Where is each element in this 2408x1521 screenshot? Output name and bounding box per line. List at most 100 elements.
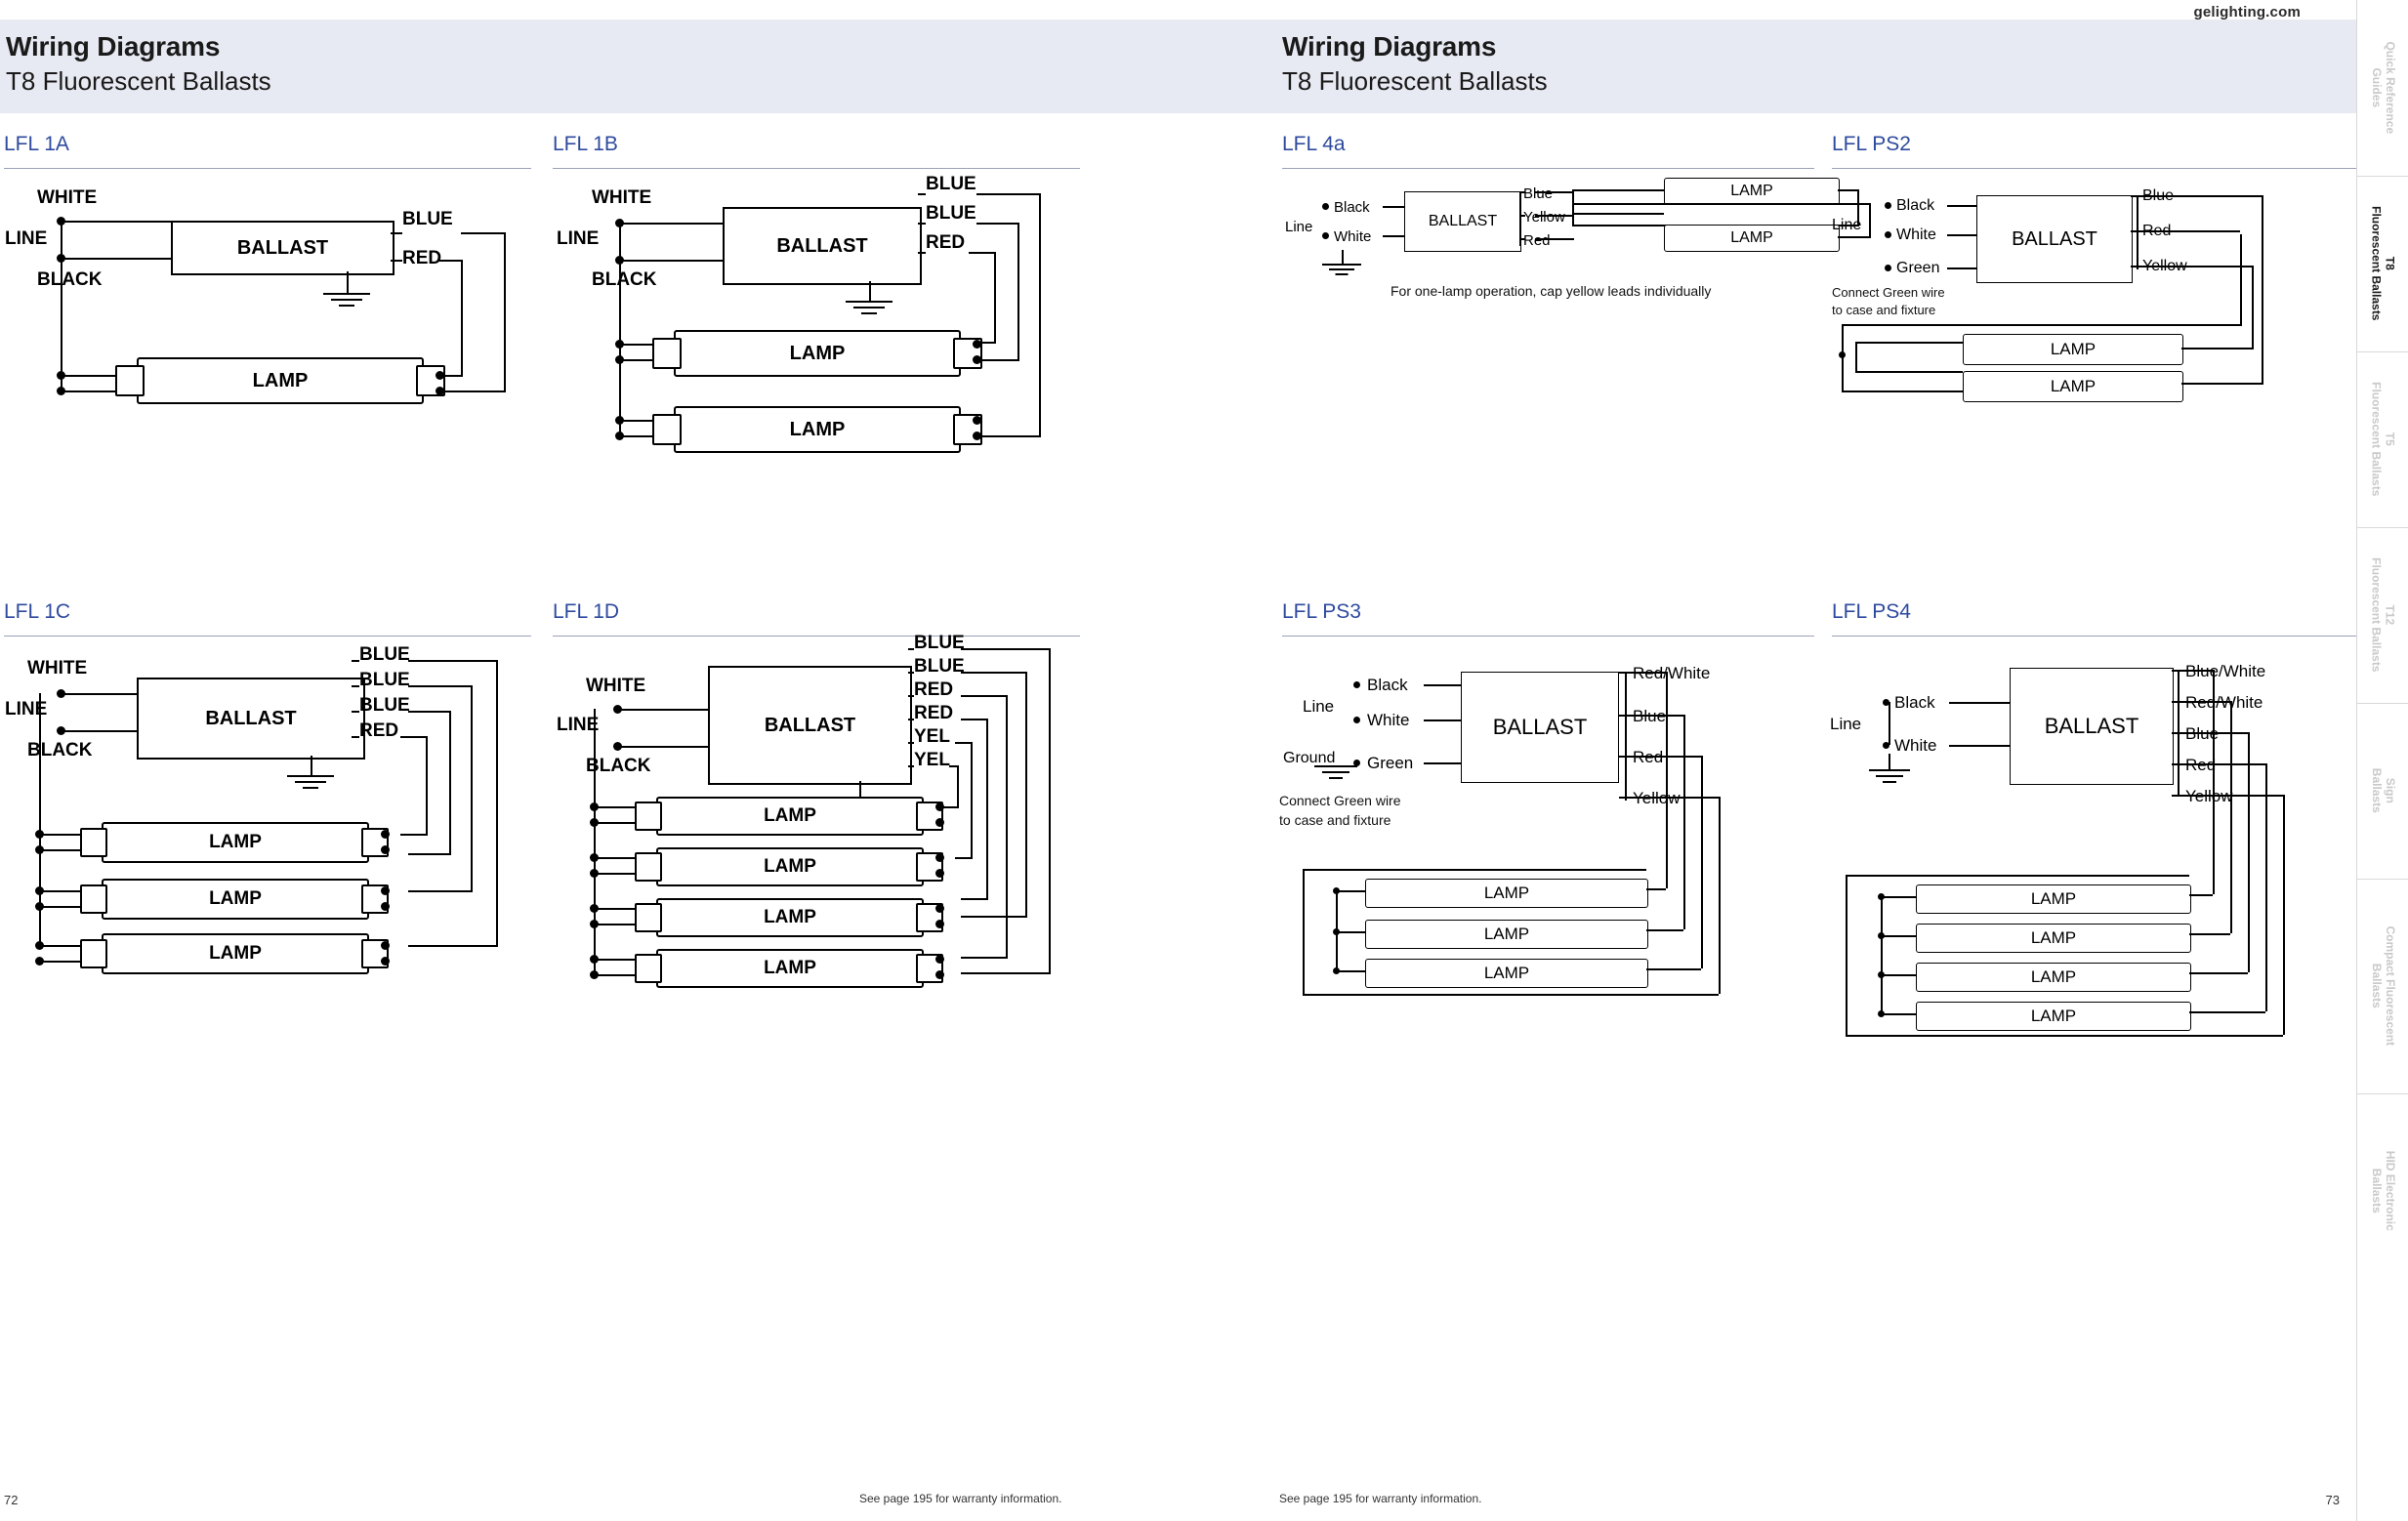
rail-tab-line1: HID Electronic <box>2383 1150 2397 1232</box>
section-rule-lfl-ps3 <box>1282 636 1814 637</box>
rail-tab-hid-electronic-ballasts[interactable]: HID Electronic Ballasts <box>2357 1093 2408 1289</box>
section-label-lfl-ps3: LFL PS3 <box>1282 600 1361 623</box>
rail-tab-line1: T5 <box>2383 432 2397 446</box>
left-footer-note: See page 195 for warranty information. <box>859 1492 1062 1505</box>
ballast-box: BALLAST <box>137 678 365 760</box>
rail-tab-line2: Fluorescent Ballasts <box>2370 382 2384 497</box>
lamp-tube: LAMP <box>1916 924 2191 953</box>
catalog-page-spread: gelighting.com Wiring Diagrams T8 Fluore… <box>0 0 2408 1521</box>
label-blue: Blue <box>1633 707 1667 725</box>
ballast-box: BALLAST <box>2010 668 2174 785</box>
right-page-subtitle: T8 Fluorescent Ballasts <box>1282 66 1548 96</box>
left-page-subtitle: T8 Fluorescent Ballasts <box>6 66 271 96</box>
label-red: RED <box>359 720 399 741</box>
label-black: BLACK <box>27 740 93 760</box>
label-red-1: RED <box>914 679 954 700</box>
rail-tab-t8-fluorescent-ballasts[interactable]: T8 Fluorescent Ballasts <box>2357 176 2408 351</box>
diagram-lfl-ps3: Line Black White Green Ground BALLAST Re… <box>1279 644 1826 996</box>
label-white: WHITE <box>592 187 652 208</box>
rail-tab-t12-fluorescent-ballasts[interactable]: T12 Fluorescent Ballasts <box>2357 527 2408 703</box>
label-red-white: Red/White <box>2185 693 2263 712</box>
rail-tab-quick-reference-guides[interactable]: Quick Reference Guides <box>2357 0 2408 176</box>
rail-tab-line1: Quick Reference <box>2383 41 2397 135</box>
label-line: Line <box>1832 217 1862 233</box>
diagram-lfl-1a: WHITE LINE BLACK BALLAST BLUE RED LAMP <box>0 176 527 478</box>
ballast-box: BALLAST <box>171 221 394 275</box>
label-blue-2: BLUE <box>926 203 976 224</box>
left-page-number: 72 <box>4 1493 19 1507</box>
label-black: Black <box>1894 693 1935 712</box>
right-page-number: 73 <box>2325 1493 2340 1507</box>
label-blue-2: BLUE <box>914 656 965 677</box>
right-page-title: Wiring Diagrams <box>1282 31 1497 62</box>
section-label-lfl-1b: LFL 1B <box>553 133 618 155</box>
lamp-tube: LAMP <box>656 898 924 937</box>
ballast-box: BALLAST <box>1404 191 1521 252</box>
label-line: LINE <box>557 228 600 249</box>
rail-tab-line2: Ballasts <box>2370 963 2385 1009</box>
label-line: Line <box>1285 219 1313 235</box>
lamp-tube: LAMP <box>674 406 961 453</box>
rail-tab-compact-fluorescent-ballasts[interactable]: Compact Fluorescent Ballasts <box>2357 879 2408 1093</box>
ballast-box: BALLAST <box>1461 672 1619 783</box>
lamp-tube: LAMP <box>1963 334 2183 365</box>
lamp-tube: LAMP <box>1365 879 1648 908</box>
rail-tab-line1: Sign <box>2383 778 2397 803</box>
label-line: Line <box>1303 697 1335 716</box>
section-rule-lfl-ps2 <box>1832 168 2359 169</box>
section-label-lfl-ps4: LFL PS4 <box>1832 600 1911 623</box>
label-blue-1: BLUE <box>926 174 976 194</box>
label-white: WHITE <box>586 676 646 696</box>
label-white: WHITE <box>37 187 98 208</box>
label-white: WHITE <box>27 658 88 678</box>
diagram-lfl-ps4: Line Black White BALLAST Blue/White Red/… <box>1828 644 2360 1037</box>
section-rule-lfl-ps4 <box>1832 636 2359 637</box>
label-yellow: Yellow <box>2185 787 2233 805</box>
label-black: Black <box>1367 676 1408 694</box>
lamp-tube: LAMP <box>102 933 369 974</box>
diagram-lfl-ps2: Line Black White Green BALLAST Blue Red … <box>1828 176 2360 449</box>
label-line: LINE <box>557 715 600 735</box>
section-rule-lfl-1b <box>553 168 1080 169</box>
note-green-wire-line2: to case and fixture <box>1279 812 1391 828</box>
label-red: Red <box>1633 748 1664 766</box>
label-black: Black <box>1334 199 1370 216</box>
lamp-tube: LAMP <box>1963 371 2183 402</box>
note-green-wire-line2: to case and fixture <box>1832 303 1936 317</box>
ballast-box: BALLAST <box>708 666 912 785</box>
section-rule-lfl-1d <box>553 636 1080 637</box>
label-blue-1: BLUE <box>359 644 410 665</box>
section-label-lfl-ps2: LFL PS2 <box>1832 133 1911 155</box>
diagram-lfl-4a: Line Black White BALLAST Blue Yellow Red… <box>1279 176 1871 371</box>
lamp-tube: LAMP <box>102 822 369 863</box>
section-tab-rail: Quick Reference Guides T8 Fluorescent Ball… <box>2356 0 2408 1521</box>
lamp-tube: LAMP <box>1916 1002 2191 1031</box>
rail-tab-t5-fluorescent-ballasts[interactable]: T5 Fluorescent Ballasts <box>2357 351 2408 527</box>
note-green-wire-line1: Connect Green wire <box>1832 285 1945 300</box>
rail-tab-sign-ballasts[interactable]: Sign Ballasts <box>2357 703 2408 879</box>
diagram-lfl-1c: WHITE LINE BLACK BALLAST BLUE BLUE BLUE … <box>0 644 547 1035</box>
lamp-tube: LAMP <box>1664 225 1840 252</box>
label-red: RED <box>926 232 966 253</box>
section-label-lfl-1d: LFL 1D <box>553 600 620 623</box>
label-black: BLACK <box>592 269 657 290</box>
label-red: Red <box>2185 756 2217 774</box>
label-red-2: RED <box>914 703 954 723</box>
right-footer-note: See page 195 for warranty information. <box>1279 1492 1482 1505</box>
label-red: RED <box>402 248 442 268</box>
label-blue: Blue <box>1523 185 1554 202</box>
lamp-tube: LAMP <box>137 357 424 404</box>
section-rule-lfl-1a <box>4 168 531 169</box>
section-rule-lfl-1c <box>4 636 531 637</box>
label-yellow: Yellow <box>1523 209 1565 226</box>
label-blue-1: BLUE <box>914 633 965 653</box>
label-white: White <box>1896 226 1936 243</box>
left-page-title: Wiring Diagrams <box>6 31 221 62</box>
site-url: gelighting.com <box>2193 4 2301 21</box>
section-label-lfl-1a: LFL 1A <box>4 133 69 155</box>
label-red: Red <box>1523 232 1551 249</box>
label-white: White <box>1334 228 1372 245</box>
section-label-lfl-1c: LFL 1C <box>4 600 71 623</box>
ballast-box: BALLAST <box>723 207 922 285</box>
label-line: Line <box>1830 715 1862 733</box>
